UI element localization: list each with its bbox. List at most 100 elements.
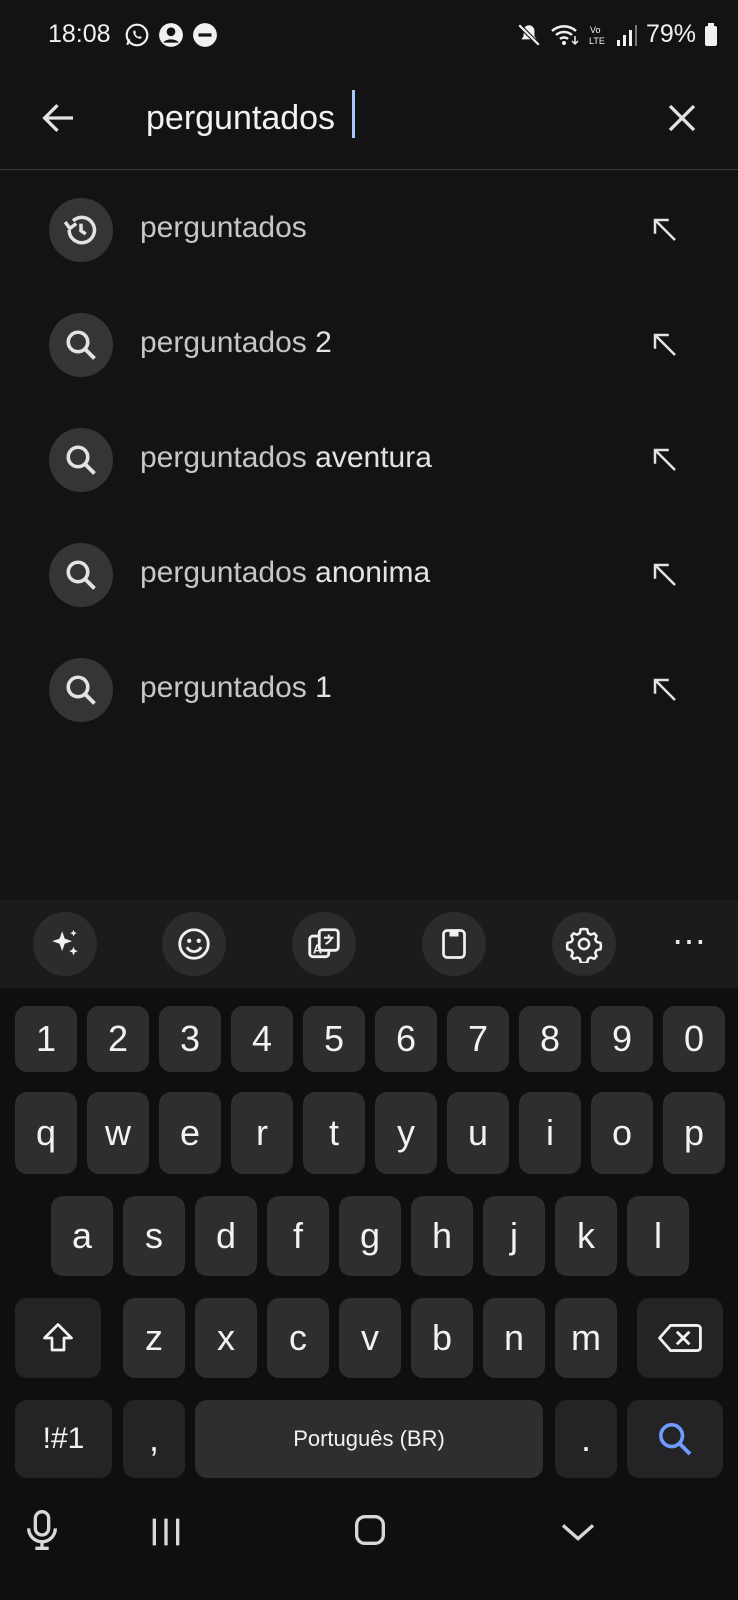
search-key[interactable]	[627, 1400, 723, 1478]
translate-button[interactable]: A	[292, 912, 356, 976]
suggestion-text: perguntados 1	[140, 671, 332, 704]
suggestion-item[interactable]: perguntados aventura	[0, 403, 738, 518]
key-7[interactable]: 7	[447, 1006, 509, 1072]
key-0[interactable]: 0	[663, 1006, 725, 1072]
key-i[interactable]: i	[519, 1092, 581, 1174]
suggestion-item[interactable]: perguntados 2	[0, 288, 738, 403]
battery-icon	[705, 22, 717, 46]
period-key[interactable]: .	[555, 1400, 617, 1478]
key-r[interactable]: r	[231, 1092, 293, 1174]
key-n[interactable]: n	[483, 1298, 545, 1378]
key-y[interactable]: y	[375, 1092, 437, 1174]
more-icon[interactable]: ⋯	[672, 922, 707, 962]
status-notification-icons	[124, 22, 218, 48]
wifi-icon	[551, 24, 579, 45]
svg-text:LTE: LTE	[589, 36, 605, 46]
clear-search-button[interactable]	[654, 90, 710, 146]
key-9[interactable]: 9	[591, 1006, 653, 1072]
key-3[interactable]: 3	[159, 1006, 221, 1072]
search-header	[0, 72, 738, 170]
search-icon	[49, 428, 113, 492]
key-p[interactable]: p	[663, 1092, 725, 1174]
suggestion-text: perguntados 2	[140, 326, 332, 359]
key-t[interactable]: t	[303, 1092, 365, 1174]
suggestion-item[interactable]: perguntados	[0, 173, 738, 288]
key-u[interactable]: u	[447, 1092, 509, 1174]
comma-key[interactable]: ,	[123, 1400, 185, 1478]
svg-text:Vo: Vo	[590, 25, 601, 35]
arrow-up-left-icon	[653, 448, 676, 471]
fill-query-button[interactable]	[640, 435, 690, 485]
search-icon	[49, 313, 113, 377]
key-v[interactable]: v	[339, 1298, 401, 1378]
settings-icon	[565, 927, 603, 963]
fill-query-button[interactable]	[640, 205, 690, 255]
sparkle-button[interactable]	[33, 912, 97, 976]
signal-icon	[616, 24, 637, 46]
fill-query-button[interactable]	[640, 550, 690, 600]
settings-button[interactable]	[552, 912, 616, 976]
space-key[interactable]: Português (BR)	[195, 1400, 543, 1478]
key-e[interactable]: e	[159, 1092, 221, 1174]
key-m[interactable]: m	[555, 1298, 617, 1378]
key-a[interactable]: a	[51, 1196, 113, 1276]
dnd-icon	[193, 23, 217, 47]
suggestion-list: perguntados perguntados 2 perguntados av…	[0, 173, 738, 753]
volte-icon: VoLTE	[589, 25, 605, 46]
suggestion-text: perguntados anonima	[140, 556, 431, 589]
history-icon	[49, 198, 113, 262]
key-l[interactable]: l	[627, 1196, 689, 1276]
key-2[interactable]: 2	[87, 1006, 149, 1072]
key-4[interactable]: 4	[231, 1006, 293, 1072]
clipboard-icon	[442, 929, 466, 959]
key-q[interactable]: q	[15, 1092, 77, 1174]
key-w[interactable]: w	[87, 1092, 149, 1174]
mic-icon	[27, 1510, 57, 1550]
key-d[interactable]: d	[195, 1196, 257, 1276]
key-f[interactable]: f	[267, 1196, 329, 1276]
key-6[interactable]: 6	[375, 1006, 437, 1072]
search-icon	[659, 1423, 692, 1456]
mute-icon	[517, 23, 541, 46]
arrow-up-left-icon	[653, 563, 676, 586]
back-button[interactable]	[30, 90, 86, 146]
home-icon	[355, 1515, 385, 1545]
key-z[interactable]: z	[123, 1298, 185, 1378]
home-button[interactable]	[350, 1510, 390, 1550]
suggestion-item[interactable]: perguntados 1	[0, 633, 738, 748]
search-input[interactable]	[146, 88, 626, 148]
backspace-key[interactable]	[637, 1298, 723, 1378]
key-1[interactable]: 1	[15, 1006, 77, 1072]
status-bar: 18:08 Vo LTE 79%	[0, 0, 738, 72]
shift-key[interactable]	[15, 1298, 101, 1378]
header-divider	[0, 169, 738, 170]
symbols-key[interactable]: !#1	[15, 1400, 112, 1478]
sparkle-icon	[52, 929, 78, 956]
clipboard-button[interactable]	[422, 912, 486, 976]
suggestion-item[interactable]: perguntados anonima	[0, 518, 738, 633]
whatsapp-icon	[125, 23, 149, 47]
key-g[interactable]: g	[339, 1196, 401, 1276]
account-icon	[159, 23, 183, 47]
fill-query-button[interactable]	[640, 665, 690, 715]
key-b[interactable]: b	[411, 1298, 473, 1378]
key-s[interactable]: s	[123, 1196, 185, 1276]
mic-button[interactable]	[22, 1508, 62, 1552]
recents-button[interactable]	[146, 1512, 186, 1552]
key-x[interactable]: x	[195, 1298, 257, 1378]
key-j[interactable]: j	[483, 1196, 545, 1276]
key-c[interactable]: c	[267, 1298, 329, 1378]
arrow-up-left-icon	[653, 678, 676, 701]
fill-query-button[interactable]	[640, 320, 690, 370]
hide-keyboard-button[interactable]	[558, 1512, 598, 1552]
key-o[interactable]: o	[591, 1092, 653, 1174]
translate-icon: A	[308, 928, 340, 959]
search-icon	[49, 658, 113, 722]
battery-percentage: 79%	[645, 20, 696, 48]
key-8[interactable]: 8	[519, 1006, 581, 1072]
arrow-up-left-icon	[653, 333, 676, 356]
key-h[interactable]: h	[411, 1196, 473, 1276]
emoji-button[interactable]	[162, 912, 226, 976]
key-5[interactable]: 5	[303, 1006, 365, 1072]
key-k[interactable]: k	[555, 1196, 617, 1276]
